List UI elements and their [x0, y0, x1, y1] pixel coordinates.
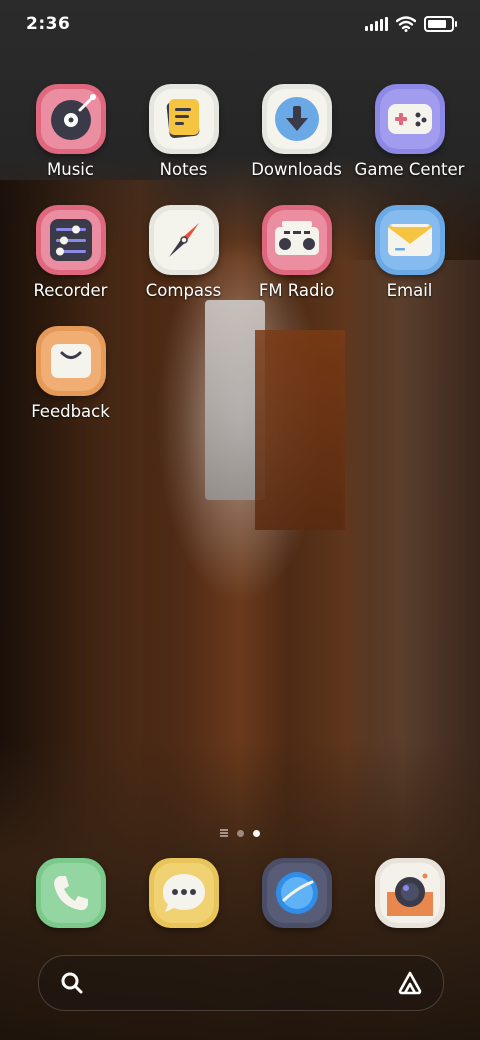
search-bar[interactable] [38, 955, 444, 1011]
dock-phone[interactable] [14, 858, 127, 928]
dock-camera[interactable] [353, 858, 466, 928]
app-label-email: Email [386, 281, 433, 300]
app-compass[interactable]: Compass [127, 205, 240, 300]
app-label-recorder: Recorder [33, 281, 108, 300]
status-bar: 2:36 [0, 0, 480, 52]
search-icon[interactable] [59, 970, 85, 996]
camera-icon[interactable] [374, 858, 445, 928]
app-label-game-center: Game Center [354, 160, 465, 179]
app-label-fm-radio: FM Radio [258, 281, 335, 300]
assistant-icon[interactable] [397, 970, 423, 996]
shopping-bag-icon[interactable] [35, 326, 106, 396]
app-feedback[interactable]: Feedback [14, 326, 127, 421]
radio-icon[interactable] [261, 205, 332, 275]
app-music[interactable]: Music [14, 84, 127, 179]
app-label-compass: Compass [145, 281, 222, 300]
app-label-feedback: Feedback [31, 402, 110, 421]
app-notes[interactable]: Notes [127, 84, 240, 179]
compass-icon[interactable] [148, 205, 219, 275]
equalizer-icon[interactable] [35, 205, 106, 275]
page-dot-2[interactable] [253, 829, 260, 837]
app-downloads[interactable]: Downloads [240, 84, 353, 179]
app-game-center[interactable]: Game Center [353, 84, 466, 179]
page-dot-1[interactable] [237, 829, 244, 837]
page-indicator[interactable] [0, 829, 480, 837]
download-icon[interactable] [261, 84, 332, 154]
app-label-music: Music [47, 160, 94, 179]
app-recorder[interactable]: Recorder [14, 205, 127, 300]
dock-messages[interactable] [127, 858, 240, 928]
signal-icon [365, 17, 388, 31]
battery-icon [424, 16, 457, 32]
chat-bubble-icon[interactable] [148, 858, 219, 928]
globe-icon[interactable] [261, 858, 332, 928]
app-label-notes: Notes [159, 160, 208, 179]
music-disc-icon[interactable] [35, 84, 106, 154]
phone-icon[interactable] [35, 858, 106, 928]
app-label-downloads: Downloads [251, 160, 342, 179]
app-grid: Music Notes Downloads Game Center Record… [14, 84, 466, 421]
app-fm-radio[interactable]: FM Radio [240, 205, 353, 300]
status-time: 2:36 [26, 14, 71, 34]
notes-icon[interactable] [148, 84, 219, 154]
dock [14, 858, 466, 928]
app-email[interactable]: Email [353, 205, 466, 300]
page-indicator-feed-icon[interactable] [220, 829, 228, 837]
envelope-icon[interactable] [374, 205, 445, 275]
dock-browser[interactable] [240, 858, 353, 928]
gamepad-icon[interactable] [374, 84, 445, 154]
wifi-icon [396, 16, 416, 32]
